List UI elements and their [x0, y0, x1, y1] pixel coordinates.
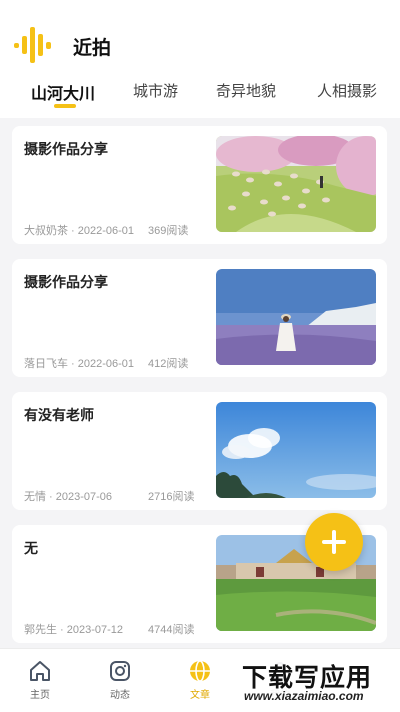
tab-strange-landforms[interactable]: 奇异地貌: [216, 80, 276, 101]
watermark: 下载写应用 www.xiazaimiao.com: [238, 656, 396, 706]
article-author-date: 无情 · 2023-07-06: [24, 491, 113, 503]
article-read-count: 2716阅读: [148, 491, 195, 503]
nav-moments-label: 动态: [110, 690, 130, 701]
nav-moments[interactable]: 动态: [90, 649, 150, 709]
article-card[interactable]: 摄影作品分享 大叔奶茶 · 2022-06-01 369阅读: [12, 126, 387, 244]
woman-lavender-lake-image: [216, 269, 376, 365]
article-author-date: 落日飞车 · 2022-06-01: [24, 358, 135, 370]
article-read-count: 369阅读: [148, 225, 189, 237]
watermark-url: www.xiazaimiao.com: [244, 689, 364, 703]
blue-sky-clouds-image: [216, 402, 376, 498]
sound-wave-logo-icon: [14, 27, 51, 63]
article-title: 有没有老师: [24, 407, 94, 423]
nav-articles[interactable]: 文章: [170, 649, 230, 709]
nav-home-label: 主页: [30, 690, 50, 701]
tab-portrait-photography[interactable]: 人相摄影: [317, 80, 377, 101]
camera-icon: [110, 661, 130, 681]
nav-articles-label: 文章: [190, 690, 210, 701]
add-article-button[interactable]: [305, 513, 363, 571]
article-title: 无: [24, 540, 38, 556]
sheep-meadow-blossoms-image: [216, 136, 376, 232]
article-title: 摄影作品分享: [24, 141, 108, 157]
active-tab-indicator: [54, 104, 76, 108]
home-icon: [30, 661, 50, 681]
nav-home[interactable]: 主页: [10, 649, 70, 709]
article-card[interactable]: 有没有老师 无情 · 2023-07-06 2716阅读: [12, 392, 387, 510]
tab-city-tour[interactable]: 城市游: [133, 80, 178, 101]
article-read-count: 412阅读: [148, 358, 189, 370]
article-author-date: 郭先生 · 2023-07-12: [24, 624, 124, 636]
article-read-count: 4744阅读: [148, 624, 195, 636]
tab-mountains-rivers[interactable]: 山河大川: [31, 80, 95, 104]
globe-icon: [190, 660, 210, 682]
header: 近拍 山河大川 城市游 奇异地貌 人相摄影: [0, 0, 400, 118]
article-card[interactable]: 摄影作品分享 落日飞车 · 2022-06-01 412阅读: [12, 259, 387, 377]
app-title: 近拍: [73, 38, 112, 59]
article-author-date: 大叔奶茶 · 2022-06-01: [24, 225, 135, 237]
article-title: 摄影作品分享: [24, 274, 108, 290]
